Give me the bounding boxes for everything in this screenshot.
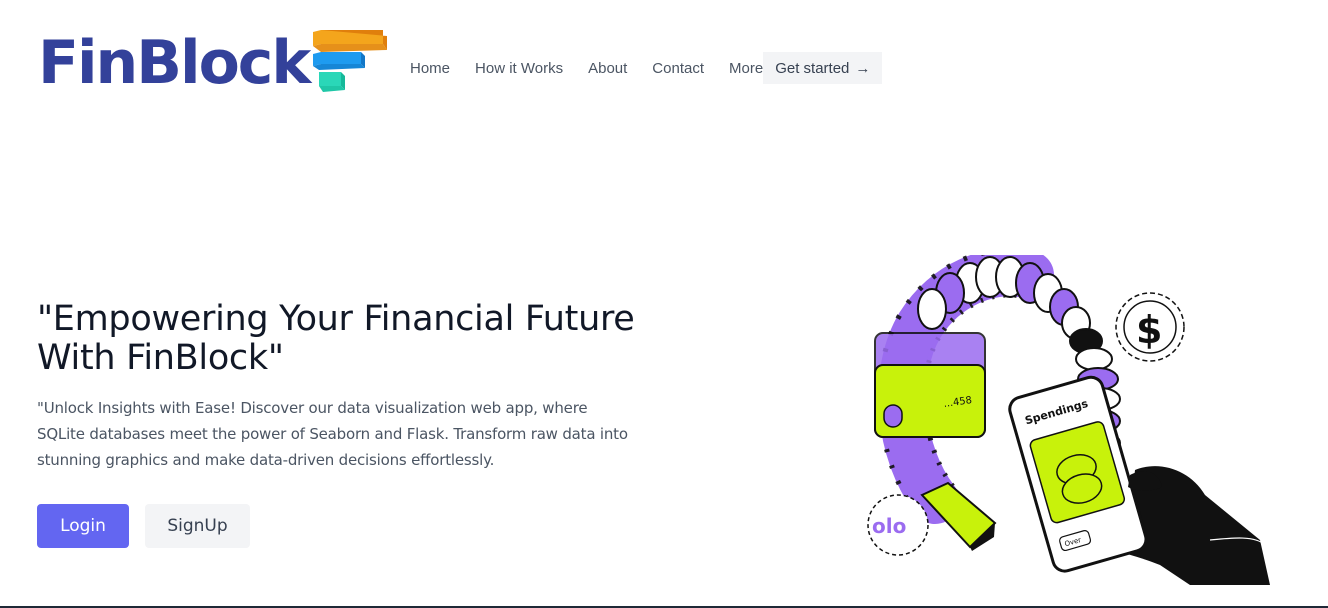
logo-blocks-icon xyxy=(313,30,388,92)
main-nav: Home How it Works About Contact More Get… xyxy=(410,52,883,84)
login-button[interactable]: Login xyxy=(37,504,129,548)
svg-text:olo: olo xyxy=(872,514,906,538)
small-coin: olo xyxy=(867,494,929,556)
dollar-coin-icon: $ xyxy=(1115,292,1185,362)
nav-contact-link[interactable]: Contact xyxy=(652,60,704,77)
hero-description: "Unlock Insights with Ease! Discover our… xyxy=(37,399,628,469)
arrow-right-icon: → xyxy=(855,59,871,77)
finance-illustration: ...458 olo $ Spendings Over xyxy=(867,255,1270,585)
brand-logo[interactable]: FinBlock xyxy=(38,28,388,98)
landing-page: FinBlock Home How it Works About Contact… xyxy=(0,0,1328,608)
get-started-label: Get started xyxy=(775,59,850,77)
phone-with-hand: Spendings Over xyxy=(1008,375,1270,585)
nav-how-it-works-link[interactable]: How it Works xyxy=(475,60,563,77)
nav-home-link[interactable]: Home xyxy=(410,60,450,77)
coin-symbol: $ xyxy=(1136,308,1162,352)
credit-card: ...458 xyxy=(874,332,986,438)
nav-about-link[interactable]: About xyxy=(588,60,627,77)
brand-name: FinBlock xyxy=(38,28,311,98)
get-started-button[interactable]: Get started → xyxy=(763,52,883,84)
hero-title: "Empowering Your Financial Future With F… xyxy=(37,299,635,378)
signup-button[interactable]: SignUp xyxy=(145,504,250,548)
nav-more-link[interactable]: More xyxy=(729,60,763,77)
